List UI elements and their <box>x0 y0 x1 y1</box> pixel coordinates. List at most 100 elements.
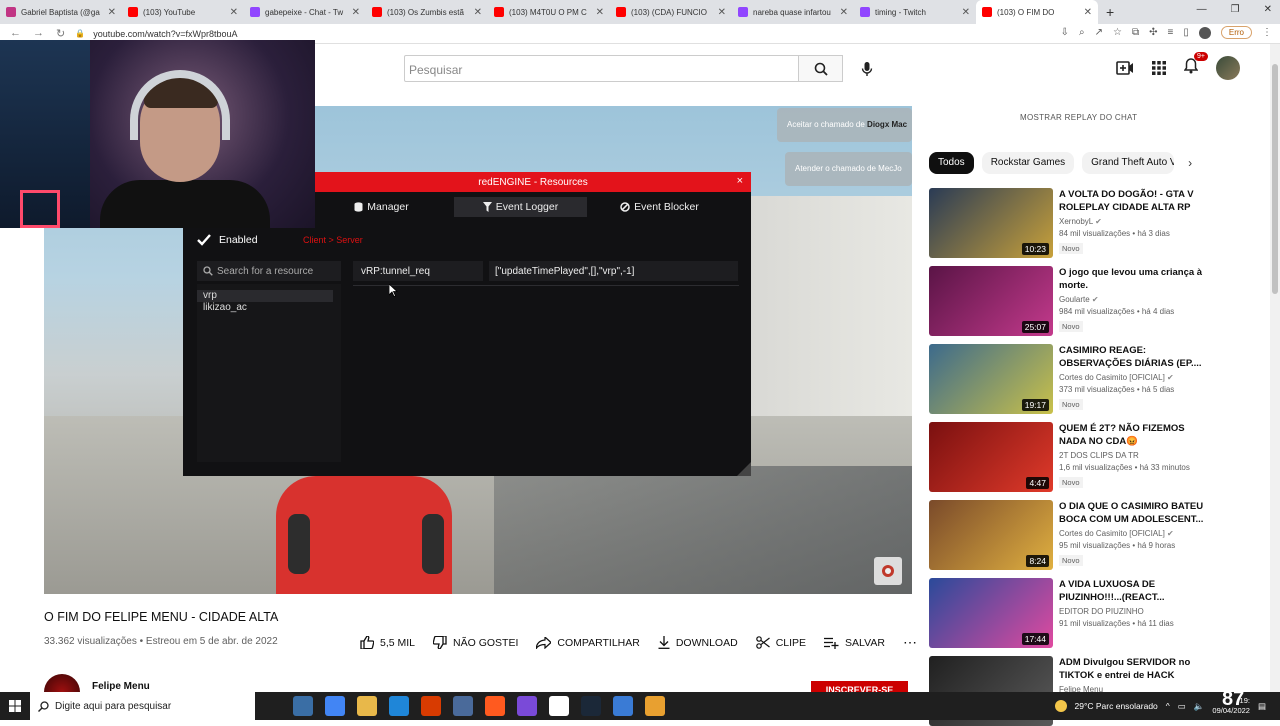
browser-tab[interactable]: (103) YouTube ✕ <box>122 0 244 24</box>
page-scrollbar[interactable] <box>1270 44 1280 692</box>
browser-tab[interactable]: timing - Twitch ✕ <box>854 0 976 24</box>
browser-tab[interactable]: (103) Os Zumbis estã ✕ <box>366 0 488 24</box>
recommendation-channel[interactable]: XernobyL ✔ <box>1059 217 1209 226</box>
minimize-icon[interactable]: — <box>1197 4 1207 15</box>
taskbar-app-icon[interactable] <box>293 696 313 716</box>
taskbar-app-icon[interactable] <box>645 696 665 716</box>
taskbar-search-input[interactable]: Digite aqui para pesquisar <box>30 692 255 720</box>
tab-close-icon[interactable]: ✕ <box>108 7 116 18</box>
recommendation-item[interactable]: 17:44 A VIDA LUXUOSA DE PIUZINHO!!!...(RE… <box>929 578 1259 648</box>
volume-icon[interactable]: 🔈 <box>1194 701 1205 712</box>
recommendation-title[interactable]: A VOLTA DO DOGÃO! - GTA V ROLEPLAY CIDAD… <box>1059 188 1209 214</box>
puzzle-icon[interactable]: ✣ <box>1149 27 1157 38</box>
tab-close-icon[interactable]: ✕ <box>230 7 238 18</box>
enabled-toggle[interactable]: Enabled <box>197 234 258 246</box>
resource-item[interactable]: vrp <box>197 290 333 302</box>
event-name[interactable]: vRP:tunnel_req <box>353 261 483 281</box>
resource-item[interactable]: likizao_ac <box>197 302 341 314</box>
share-button[interactable]: COMPARTILHAR <box>536 636 640 649</box>
recommendation-channel[interactable]: Goularte ✔ <box>1059 295 1209 304</box>
resource-search-input[interactable]: Search for a resource <box>197 261 341 281</box>
video-thumbnail[interactable]: 25:07 <box>929 266 1053 336</box>
download-button[interactable]: DOWNLOAD <box>658 636 738 649</box>
reading-list-icon[interactable]: ≡ <box>1168 27 1174 38</box>
forward-icon[interactable]: → <box>33 27 44 40</box>
notification-center-icon[interactable]: ▤ <box>1258 701 1266 712</box>
chip-gta[interactable]: Grand Theft Auto V <box>1082 152 1175 174</box>
taskbar-app-icon[interactable] <box>517 696 537 716</box>
recommendation-channel[interactable]: Cortes do Casimito [OFICIAL] ✔ <box>1059 373 1209 382</box>
chip-all[interactable]: Todos <box>929 152 974 174</box>
tab-close-icon[interactable]: ✕ <box>1084 7 1092 18</box>
redengine-titlebar[interactable]: redENGINE - Resources × <box>315 172 751 192</box>
start-button[interactable] <box>0 692 30 720</box>
recommendation-item[interactable]: 19:17 CASIMIRO REAGE: OBSERVAÇÕES DIÁRIAS… <box>929 344 1259 414</box>
browser-tab[interactable]: nareba quase infartou ✕ <box>732 0 854 24</box>
new-tab-button[interactable]: + <box>1098 4 1122 20</box>
recommendation-title[interactable]: A VIDA LUXUOSA DE PIUZINHO!!!...(REACT..… <box>1059 578 1209 604</box>
close-icon[interactable]: × <box>737 175 743 187</box>
error-button[interactable]: Erro <box>1220 26 1252 39</box>
browser-tab[interactable]: (103) M4T0U O PM C ✕ <box>488 0 610 24</box>
event-args[interactable]: ["updateTimePlayed",[],"vrp",-1] <box>489 261 738 281</box>
tab-close-icon[interactable]: ✕ <box>962 7 970 18</box>
extension-icon[interactable]: ⧉ <box>1132 27 1139 38</box>
resize-handle[interactable] <box>737 462 751 476</box>
taskbar-app-icon[interactable] <box>357 696 377 716</box>
recommendation-item[interactable]: 10:23 A VOLTA DO DOGÃO! - GTA V ROLEPLAY … <box>929 188 1259 258</box>
more-actions-button[interactable]: ⋯ <box>903 634 917 651</box>
reload-icon[interactable]: ↻ <box>56 27 65 40</box>
taskbar-app-icon[interactable] <box>581 696 601 716</box>
network-icon[interactable]: ▭ <box>1178 701 1186 712</box>
taskbar-app-icon[interactable] <box>549 696 569 716</box>
close-window-icon[interactable]: ✕ <box>1264 4 1272 15</box>
notifications-button[interactable]: 9+ <box>1183 51 1208 79</box>
zoom-icon[interactable]: ⌕ <box>1079 27 1085 38</box>
recommendation-channel[interactable]: 2T DOS CLIPS DA TR <box>1059 451 1209 460</box>
video-thumbnail[interactable]: 17:44 <box>929 578 1053 648</box>
taskbar-app-icon[interactable] <box>325 696 345 716</box>
url-field[interactable]: youtube.com/watch?v=fxWpr8tbouA <box>93 29 237 39</box>
channel-name[interactable]: Felipe Menu <box>92 681 150 692</box>
video-thumbnail[interactable]: 10:23 <box>929 188 1053 258</box>
tab-manager[interactable]: Manager <box>315 197 448 217</box>
recommendation-title[interactable]: ADM Divulgou SERVIDOR no TIKTOK e entrei… <box>1059 656 1209 682</box>
back-icon[interactable]: ← <box>10 27 21 40</box>
recommendation-item[interactable]: 8:24 O DIA QUE O CASIMIRO BATEU BOCA COM … <box>929 500 1259 570</box>
create-video-icon[interactable] <box>1116 61 1134 75</box>
browser-tab[interactable]: Gabriel Baptista (@ga ✕ <box>0 0 122 24</box>
recommendation-title[interactable]: O DIA QUE O CASIMIRO BATEU BOCA COM UM A… <box>1059 500 1209 526</box>
taskbar-app-icon[interactable] <box>485 696 505 716</box>
recommendation-item[interactable]: 4:47 QUEM É 2T? NÃO FIZEMOS NADA NO CDA😡 2… <box>929 422 1259 492</box>
tab-event-logger[interactable]: Event Logger <box>454 197 587 217</box>
tab-close-icon[interactable]: ✕ <box>718 7 726 18</box>
video-thumbnail[interactable]: 4:47 <box>929 422 1053 492</box>
tab-close-icon[interactable]: ✕ <box>840 7 848 18</box>
recommendation-title[interactable]: QUEM É 2T? NÃO FIZEMOS NADA NO CDA😡 <box>1059 422 1209 448</box>
like-button[interactable]: 5,5 MIL <box>360 636 415 649</box>
scrollbar-thumb[interactable] <box>1272 64 1278 294</box>
tab-close-icon[interactable]: ✕ <box>352 7 360 18</box>
mic-button[interactable] <box>857 59 877 79</box>
install-icon[interactable]: ⇩ <box>1061 27 1069 38</box>
browser-tab[interactable]: gabepeixe - Chat - Tw ✕ <box>244 0 366 24</box>
taskbar-app-icon[interactable] <box>389 696 409 716</box>
apps-grid-icon[interactable] <box>1152 61 1166 75</box>
chip-rockstar[interactable]: Rockstar Games <box>981 152 1075 174</box>
video-thumbnail[interactable]: 8:24 <box>929 500 1053 570</box>
video-thumbnail[interactable]: 19:17 <box>929 344 1053 414</box>
search-button[interactable] <box>799 55 843 82</box>
account-avatar[interactable] <box>1216 56 1240 80</box>
save-button[interactable]: SALVAR <box>824 637 885 649</box>
maximize-icon[interactable]: ❐ <box>1231 4 1240 15</box>
clip-button[interactable]: CLIPE <box>755 636 806 649</box>
lock-icon[interactable]: 🔒 <box>75 29 85 38</box>
bookmark-star-icon[interactable]: ☆ <box>1113 27 1122 38</box>
search-input[interactable]: Pesquisar <box>404 55 799 82</box>
recommendation-channel[interactable]: EDITOR DO PIUZINHO <box>1059 607 1209 616</box>
dislike-button[interactable]: NÃO GOSTEI <box>433 636 518 649</box>
tab-event-blocker[interactable]: Event Blocker <box>593 197 726 217</box>
sidepanel-icon[interactable]: ▯ <box>1183 27 1189 38</box>
tab-close-icon[interactable]: ✕ <box>474 7 482 18</box>
weather-text[interactable]: 29°C Parc ensolarado <box>1075 701 1158 711</box>
